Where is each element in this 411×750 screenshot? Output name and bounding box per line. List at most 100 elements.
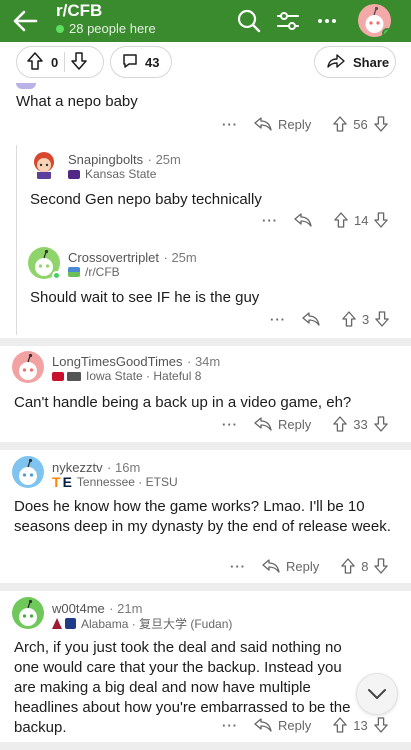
share-button[interactable]: Share (314, 46, 396, 78)
reply-button[interactable]: Reply (254, 718, 311, 733)
comment-author[interactable]: w00t4me (52, 601, 105, 616)
thread-line (16, 145, 17, 335)
comment-score: 56 (353, 116, 368, 132)
more-icon[interactable] (312, 6, 342, 36)
comment-vote: 14 (334, 212, 389, 228)
user-flair: Iowa State · Hateful 8 (52, 369, 201, 383)
comment-author[interactable]: LongTimesGoodTimes (52, 354, 183, 369)
reply-label: Reply (286, 558, 320, 574)
user-flair: Alabama · 复旦大学 (Fudan) (52, 615, 232, 632)
comment-score: 8 (361, 558, 369, 574)
comment-vote: 13 (333, 717, 388, 733)
share-icon (327, 53, 345, 72)
comment-time: 34m (194, 354, 221, 369)
downvote-icon[interactable] (374, 558, 389, 574)
downvote-icon[interactable] (71, 51, 87, 73)
user-flair: T E Tennessee · ETSU (52, 474, 178, 490)
flair-label: Iowa State · Hateful 8 (86, 369, 202, 383)
rcfb-flair-icon (68, 267, 80, 277)
upvote-icon[interactable] (333, 116, 348, 132)
online-status-icon (382, 28, 391, 37)
fudan-icon (65, 618, 76, 629)
reply-button[interactable]: Reply (254, 117, 311, 132)
more-icon[interactable]: ··· (230, 559, 246, 574)
reply-label: Reply (278, 717, 312, 733)
more-icon[interactable]: ··· (262, 213, 278, 228)
comment-divider (0, 338, 411, 346)
upvote-icon[interactable] (341, 558, 356, 574)
comment-actions: ··· 14 (262, 212, 389, 228)
comment-count: 43 (145, 54, 160, 70)
reply-icon (254, 117, 272, 131)
hateful-8-icon (67, 371, 81, 381)
user-avatar[interactable] (358, 4, 391, 37)
downvote-icon[interactable] (373, 717, 388, 733)
comment-time: 25m (171, 250, 197, 265)
more-icon[interactable]: ··· (270, 312, 286, 327)
downvote-icon[interactable] (373, 416, 388, 432)
online-status-icon (52, 271, 61, 280)
alabama-icon (52, 618, 62, 629)
comment-divider (0, 442, 411, 450)
more-icon[interactable]: ··· (222, 417, 238, 432)
comment-actions: ··· 3 (270, 311, 390, 327)
comment-actions: ··· Reply 33 (222, 416, 388, 432)
downvote-icon[interactable] (373, 116, 388, 132)
comment-divider (0, 742, 411, 750)
filter-icon[interactable] (273, 6, 303, 36)
reply-button[interactable]: Reply (254, 417, 311, 432)
online-count: 28 people here (56, 21, 156, 36)
comment-vote: 3 (342, 311, 390, 327)
reply-button[interactable]: Reply (262, 559, 319, 574)
comment-score: 13 (353, 717, 368, 733)
reply-button[interactable] (302, 312, 320, 326)
iowa-state-icon (52, 371, 64, 381)
online-dot-icon (56, 24, 64, 33)
comment-author[interactable]: nykezztv (52, 460, 103, 475)
flair-label: Alabama · 复旦大学 (Fudan) (81, 617, 233, 631)
flair-label: Tennessee · ETSU (76, 475, 178, 489)
more-icon[interactable]: ··· (222, 117, 238, 132)
subreddit-title[interactable]: r/CFB (56, 1, 102, 21)
comment-actions: ··· Reply 8 (230, 558, 389, 574)
back-arrow-icon[interactable] (10, 6, 40, 36)
comment-vote: 56 (333, 116, 388, 132)
avatar (12, 351, 44, 383)
reply-icon (302, 312, 320, 326)
chevron-down-icon (368, 689, 386, 699)
comment-time: 16m (114, 460, 141, 475)
kansas-state-icon (68, 169, 80, 179)
comment-time: 25m (155, 152, 181, 167)
top-bar: r/CFB 28 people here (0, 0, 411, 42)
comment-text: Second Gen nepo baby technically (30, 191, 262, 208)
comments-button[interactable]: 43 (110, 46, 172, 78)
reply-label: Reply (278, 116, 312, 132)
avatar (12, 456, 44, 488)
upvote-icon[interactable] (334, 212, 348, 228)
more-icon[interactable]: ··· (222, 718, 238, 733)
comment-author[interactable]: Snapingbolts (68, 152, 143, 167)
reply-button[interactable] (294, 213, 312, 227)
downvote-icon[interactable] (374, 212, 389, 228)
next-comment-button[interactable] (356, 673, 398, 715)
upvote-icon[interactable] (333, 717, 348, 733)
reply-icon (254, 718, 272, 732)
comment-icon (121, 52, 139, 73)
reply-icon (262, 559, 280, 573)
reply-icon (294, 213, 312, 227)
comment-score: 33 (353, 416, 368, 432)
comment-author[interactable]: Crossovertriplet (68, 250, 159, 265)
etsu-icon: E (62, 474, 72, 490)
vote-control: 0 (16, 46, 104, 78)
upvote-icon[interactable] (27, 51, 43, 73)
upvote-icon[interactable] (333, 416, 348, 432)
downvote-icon[interactable] (375, 311, 390, 327)
upvote-icon[interactable] (342, 311, 356, 327)
search-icon[interactable] (234, 6, 264, 36)
comment-actions: ··· Reply 13 (222, 717, 388, 733)
post-score: 0 (51, 54, 59, 70)
comment-time: 21m (117, 601, 143, 616)
flair-label: /r/CFB (85, 265, 120, 279)
comment-text: Should wait to see IF he is the guy (30, 289, 260, 306)
comment-text: Can't handle being a back up in a video … (14, 394, 352, 411)
